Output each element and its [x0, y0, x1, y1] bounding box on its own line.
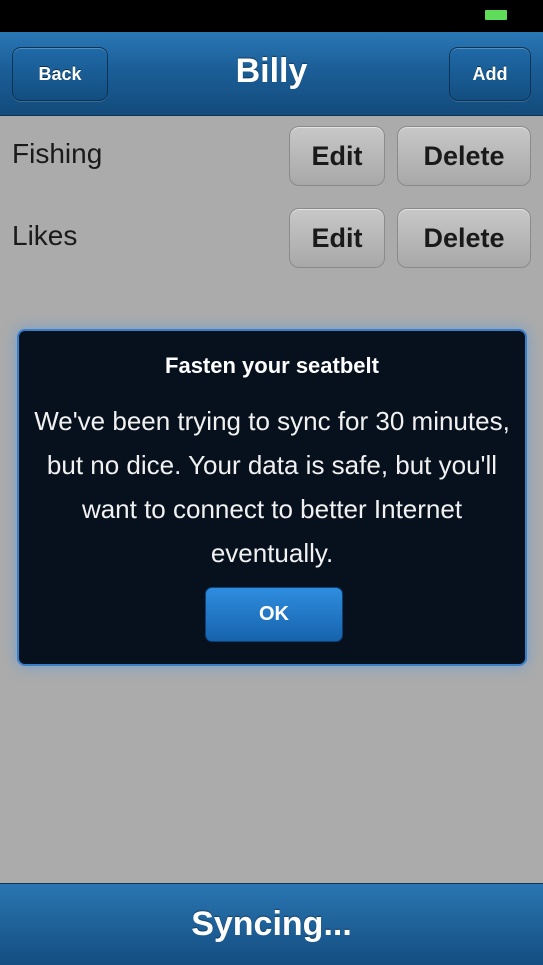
status-bar: [0, 0, 543, 32]
list-item-label: Likes: [12, 220, 78, 251]
ok-button[interactable]: OK: [205, 587, 343, 642]
edit-button[interactable]: Edit: [289, 208, 385, 268]
battery-icon: [485, 10, 507, 20]
add-button[interactable]: Add: [449, 47, 531, 101]
delete-button[interactable]: Delete: [397, 126, 531, 186]
alert-title: Fasten your seatbelt: [165, 353, 379, 378]
list-item: Fishing Edit Delete: [0, 116, 543, 198]
delete-button[interactable]: Delete: [397, 208, 531, 268]
sync-status-bar: Syncing...: [0, 883, 543, 965]
edit-button[interactable]: Edit: [289, 126, 385, 186]
app-screen: Back Billy Add Fishing Edit Delete Likes…: [0, 0, 543, 965]
list-item: Likes Edit Delete: [0, 198, 543, 280]
alert-dialog: Fasten your seatbelt We've been trying t…: [17, 329, 527, 666]
navigation-bar: Back Billy Add: [0, 32, 543, 116]
alert-message: We've been trying to sync for 30 minutes…: [34, 406, 510, 568]
sync-status-text: Syncing...: [191, 905, 352, 943]
list-item-label: Fishing: [12, 138, 103, 169]
